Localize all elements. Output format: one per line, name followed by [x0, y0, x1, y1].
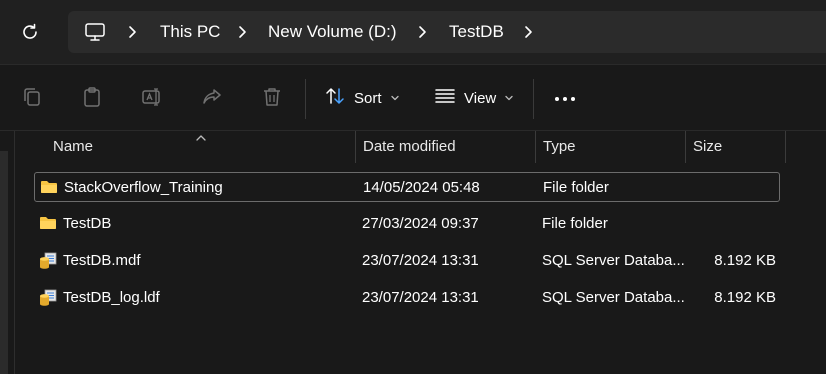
- command-bar: Sort View: [0, 64, 826, 131]
- column-header-date[interactable]: Date modified: [363, 131, 456, 163]
- rename-icon[interactable]: [140, 85, 164, 109]
- file-size: 8.192 KB: [714, 289, 776, 306]
- view-label: View: [464, 89, 497, 107]
- chevron-down-icon: [390, 90, 400, 107]
- address-bar[interactable]: This PC New Volume (D:) TestDB: [68, 11, 826, 53]
- sort-label: Sort: [354, 89, 382, 107]
- column-separator[interactable]: [785, 131, 786, 163]
- folder-icon: [39, 215, 57, 231]
- file-date: 23/07/2024 13:31: [362, 252, 479, 269]
- column-separator[interactable]: [685, 131, 686, 163]
- chevron-right-icon[interactable]: [520, 24, 536, 40]
- sort-icon: [324, 85, 346, 111]
- database-file-icon: [39, 289, 57, 306]
- breadcrumb-new-volume[interactable]: New Volume (D:): [268, 11, 396, 53]
- file-size: 8.192 KB: [714, 252, 776, 269]
- more-options-icon[interactable]: [553, 91, 577, 107]
- share-icon[interactable]: [200, 85, 224, 109]
- pane-divider: [14, 131, 15, 374]
- file-type: File folder: [542, 215, 608, 232]
- file-date: 23/07/2024 13:31: [362, 289, 479, 306]
- column-header-type[interactable]: Type: [543, 131, 576, 163]
- navigation-pane-edge: [0, 151, 8, 374]
- toolbar-divider: [305, 79, 306, 119]
- folder-icon: [40, 179, 58, 195]
- column-header-name[interactable]: Name: [53, 131, 93, 163]
- file-type: SQL Server Databa...: [542, 289, 685, 306]
- file-name: StackOverflow_Training: [64, 179, 223, 196]
- file-date: 14/05/2024 05:48: [363, 179, 480, 196]
- file-row[interactable]: StackOverflow_Training 14/05/2024 05:48 …: [34, 172, 780, 202]
- chevron-right-icon[interactable]: [414, 24, 430, 40]
- chevron-right-icon[interactable]: [234, 24, 250, 40]
- chevron-right-icon[interactable]: [124, 24, 140, 40]
- database-file-icon: [39, 252, 57, 269]
- file-size: [685, 173, 777, 203]
- address-bar-row: This PC New Volume (D:) TestDB: [0, 0, 826, 64]
- file-type: SQL Server Databa...: [542, 252, 685, 269]
- toolbar-divider: [533, 79, 534, 119]
- sort-button[interactable]: Sort: [324, 81, 400, 115]
- view-icon: [434, 85, 456, 111]
- breadcrumb-this-pc[interactable]: This PC: [160, 11, 220, 53]
- breadcrumb-testdb[interactable]: TestDB: [449, 11, 504, 53]
- file-row[interactable]: TestDB.mdf 23/07/2024 13:31 SQL Server D…: [34, 246, 780, 276]
- refresh-icon[interactable]: [18, 20, 42, 44]
- column-separator[interactable]: [535, 131, 536, 163]
- column-header-size[interactable]: Size: [693, 131, 722, 163]
- file-list: Name Date modified Type Size StackOverfl…: [0, 131, 826, 374]
- file-name: TestDB: [63, 215, 112, 232]
- column-separator[interactable]: [355, 131, 356, 163]
- paste-icon[interactable]: [80, 85, 104, 109]
- file-name: TestDB.mdf: [63, 252, 141, 269]
- file-row[interactable]: TestDB 27/03/2024 09:37 File folder: [34, 209, 780, 239]
- sort-ascending-icon: [195, 129, 207, 141]
- file-size: [684, 209, 776, 239]
- chevron-down-icon: [504, 90, 514, 107]
- file-date: 27/03/2024 09:37: [362, 215, 479, 232]
- computer-icon: [84, 21, 106, 43]
- file-type: File folder: [543, 179, 609, 196]
- file-row[interactable]: TestDB_log.ldf 23/07/2024 13:31 SQL Serv…: [34, 283, 780, 313]
- file-name: TestDB_log.ldf: [63, 289, 160, 306]
- delete-icon[interactable]: [260, 85, 284, 109]
- view-button[interactable]: View: [434, 81, 514, 115]
- copy-icon[interactable]: [20, 85, 44, 109]
